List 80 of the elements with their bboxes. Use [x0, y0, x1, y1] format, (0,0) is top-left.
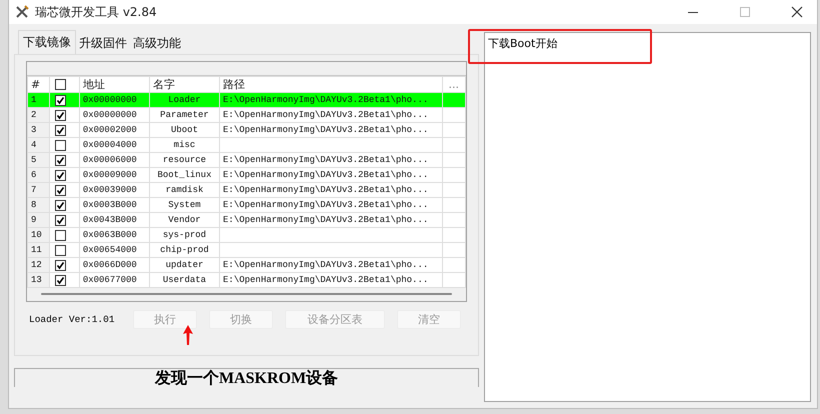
table-cell: E:\OpenHarmonyImg\DAYUv3.2Beta1\pho... — [223, 200, 428, 210]
table-cell: System — [168, 200, 201, 210]
table-cell: E:\OpenHarmonyImg\DAYUv3.2Beta1\pho... — [223, 170, 428, 180]
table-cell: Loader — [168, 95, 201, 105]
status-bar: 发现一个MASKROM设备 — [14, 368, 479, 387]
table-cell: Userdata — [162, 275, 206, 285]
table-cell: Boot_linux — [157, 170, 212, 180]
table-cell: updater — [166, 260, 204, 270]
table-cell: 0x00000000 — [82, 110, 137, 120]
table-cell: E:\OpenHarmonyImg\DAYUv3.2Beta1\pho... — [223, 260, 428, 270]
row-number: 9 — [31, 215, 36, 225]
checkbox[interactable] — [55, 200, 66, 210]
table-cell: E:\OpenHarmonyImg\DAYUv3.2Beta1\pho... — [223, 125, 428, 135]
row-number: 13 — [31, 275, 42, 285]
table-cell: E:\OpenHarmonyImg\DAYUv3.2Beta1\pho... — [223, 155, 428, 165]
loader-version: Loader Ver:1.01 — [28, 314, 116, 325]
row-number: 3 — [31, 125, 36, 135]
tools-icon — [15, 5, 29, 19]
table-cell: ramdisk — [166, 185, 204, 195]
tab[interactable]: 下载镜像 — [18, 30, 76, 55]
row-number: 8 — [31, 200, 36, 210]
table-cell: 0x00654000 — [82, 245, 137, 255]
table-cell: 0x00004000 — [82, 140, 137, 150]
row-number: 12 — [31, 260, 42, 270]
checkbox[interactable] — [55, 154, 66, 166]
table-cell: 0x00009000 — [82, 170, 137, 180]
table-cell: E:\OpenHarmonyImg\DAYUv3.2Beta1\pho... — [223, 185, 428, 195]
log-line: 下载Boot开始 — [488, 36, 558, 51]
checkbox[interactable] — [55, 274, 66, 286]
table-cell: 0x00000000 — [82, 95, 137, 105]
select-all-checkbox[interactable] — [55, 79, 66, 90]
table-cell: resource — [162, 155, 206, 165]
checkbox[interactable] — [55, 170, 66, 180]
checkbox[interactable] — [55, 124, 66, 136]
table-cell: misc — [174, 140, 196, 150]
table-cell: 0x0066D000 — [82, 260, 137, 270]
column-header[interactable]: ... — [442, 76, 466, 92]
table-cell: E:\OpenHarmonyImg\DAYUv3.2Beta1\pho... — [223, 110, 428, 120]
checkbox[interactable] — [55, 140, 66, 150]
table-cell: Vendor — [168, 215, 201, 225]
table-cell: 0x00002000 — [82, 125, 137, 135]
window-title: 瑞芯微开发工具 v2.84 — [35, 4, 157, 20]
checkbox[interactable] — [55, 94, 66, 106]
table-cell: E:\OpenHarmonyImg\DAYUv3.2Beta1\pho... — [223, 275, 428, 285]
checkbox[interactable] — [55, 184, 66, 196]
row-number: 5 — [31, 155, 36, 165]
arrow-icon — [183, 325, 193, 345]
row-number: 2 — [31, 110, 36, 120]
column-header[interactable]: 地址 — [79, 76, 150, 92]
checkbox[interactable] — [55, 110, 66, 120]
checkbox[interactable] — [55, 244, 66, 256]
table-cell: Uboot — [170, 125, 198, 135]
table-cell: Parameter — [160, 110, 209, 120]
table-cell: sys-prod — [162, 230, 206, 240]
table-cell: E:\OpenHarmonyImg\DAYUv3.2Beta1\pho... — [223, 95, 428, 105]
row-number: 4 — [31, 140, 36, 150]
checkbox[interactable] — [55, 260, 66, 270]
row-number: 11 — [31, 245, 42, 255]
row-number: 6 — [31, 170, 36, 180]
table-cell: 0x0003B000 — [82, 200, 137, 210]
tab[interactable]: 高级功能 — [130, 33, 184, 54]
column-header[interactable]: 路径 — [220, 76, 442, 92]
table-cell: 0x0063B000 — [82, 230, 137, 240]
table-cell: 0x00039000 — [82, 185, 137, 195]
row-number: 7 — [31, 185, 36, 195]
close-button[interactable] — [791, 6, 803, 18]
tab[interactable]: 升级固件 — [76, 33, 130, 54]
scrollbar[interactable] — [41, 293, 452, 295]
checkbox[interactable] — [55, 230, 66, 240]
row-number: 1 — [31, 95, 36, 105]
table-row[interactable]: 1 0x00000000 Loader E:\OpenHarmonyImg\DAYUv3.2Beta1\pho... — [28, 92, 466, 108]
table-cell: 0x00677000 — [82, 275, 137, 285]
checkbox[interactable] — [55, 214, 66, 226]
row-number: 10 — [31, 230, 42, 240]
column-header[interactable]: 名字 — [149, 76, 220, 92]
table-cell: 0x0043B000 — [82, 215, 137, 225]
column-header[interactable]: # — [28, 76, 50, 92]
table-cell: E:\OpenHarmonyImg\DAYUv3.2Beta1\pho... — [223, 215, 428, 225]
table-cell: 0x00006000 — [82, 155, 137, 165]
table-cell: chip-prod — [160, 245, 209, 255]
